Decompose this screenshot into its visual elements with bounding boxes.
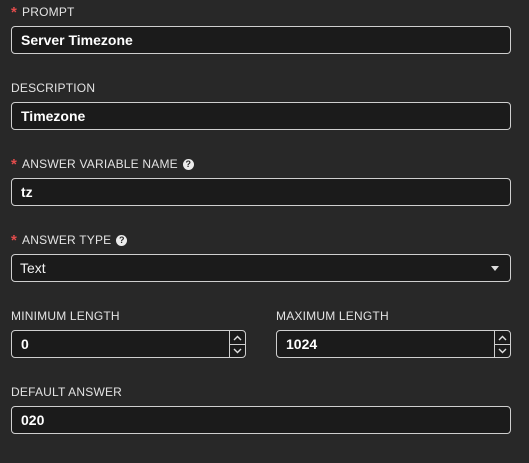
description-input[interactable] (12, 103, 510, 129)
description-field: DESCRIPTION (11, 80, 511, 132)
minimum-length-stepper (229, 331, 245, 357)
maximum-length-label: MAXIMUM LENGTH (276, 309, 389, 323)
caret-down-icon (491, 266, 499, 271)
answer-type-label-row: * ANSWER TYPE ? (11, 232, 128, 249)
answer-variable-name-label-row: * ANSWER VARIABLE NAME ? (11, 156, 194, 173)
required-asterisk: * (11, 232, 18, 249)
minimum-length-input[interactable] (12, 331, 245, 357)
maximum-length-label-row: MAXIMUM LENGTH (276, 308, 389, 324)
chevron-down-icon (498, 348, 507, 353)
chevron-down-icon (233, 348, 242, 353)
required-asterisk: * (11, 156, 18, 173)
chevron-up-icon (498, 335, 507, 340)
answer-variable-name-field: * ANSWER VARIABLE NAME ? (11, 156, 511, 208)
required-asterisk: * (11, 4, 18, 21)
answer-variable-name-input[interactable] (12, 179, 510, 205)
maximum-length-input[interactable] (277, 331, 510, 357)
answer-variable-name-label: ANSWER VARIABLE NAME (22, 157, 178, 171)
answer-variable-name-input-box (11, 178, 511, 206)
answer-type-field: * ANSWER TYPE ? Text (11, 232, 511, 284)
answer-type-selected-value: Text (20, 260, 46, 276)
maximum-length-field: MAXIMUM LENGTH (276, 308, 511, 360)
default-answer-label-row: DEFAULT ANSWER (11, 384, 122, 400)
default-answer-input-box (11, 406, 511, 434)
prompt-label: PROMPT (22, 5, 75, 19)
prompt-label-row: * PROMPT (11, 4, 75, 21)
minimum-length-decrement-button[interactable] (230, 344, 245, 357)
maximum-length-input-box (276, 330, 511, 358)
answer-type-select[interactable]: Text (11, 254, 511, 282)
minimum-length-input-box (11, 330, 246, 358)
chevron-up-icon (233, 335, 242, 340)
question-circle-icon[interactable]: ? (182, 158, 194, 170)
prompt-field: * PROMPT (11, 4, 511, 56)
description-input-box (11, 102, 511, 130)
minimum-length-label: MINIMUM LENGTH (11, 309, 120, 323)
description-label-row: DESCRIPTION (11, 80, 95, 96)
survey-question-form: * PROMPT DESCRIPTION * ANSWER VARIABLE N… (0, 0, 529, 463)
prompt-input[interactable] (12, 27, 510, 53)
default-answer-label: DEFAULT ANSWER (11, 385, 123, 399)
minimum-length-label-row: MINIMUM LENGTH (11, 308, 120, 324)
prompt-input-box (11, 26, 511, 54)
question-circle-icon[interactable]: ? (116, 234, 128, 246)
maximum-length-decrement-button[interactable] (495, 344, 510, 357)
minimum-length-field: MINIMUM LENGTH (11, 308, 246, 360)
minimum-length-increment-button[interactable] (230, 331, 245, 345)
description-label: DESCRIPTION (11, 81, 96, 95)
answer-type-label: ANSWER TYPE (22, 233, 112, 247)
maximum-length-stepper (494, 331, 510, 357)
maximum-length-increment-button[interactable] (495, 331, 510, 345)
default-answer-field: DEFAULT ANSWER (11, 384, 511, 436)
default-answer-input[interactable] (12, 407, 510, 433)
